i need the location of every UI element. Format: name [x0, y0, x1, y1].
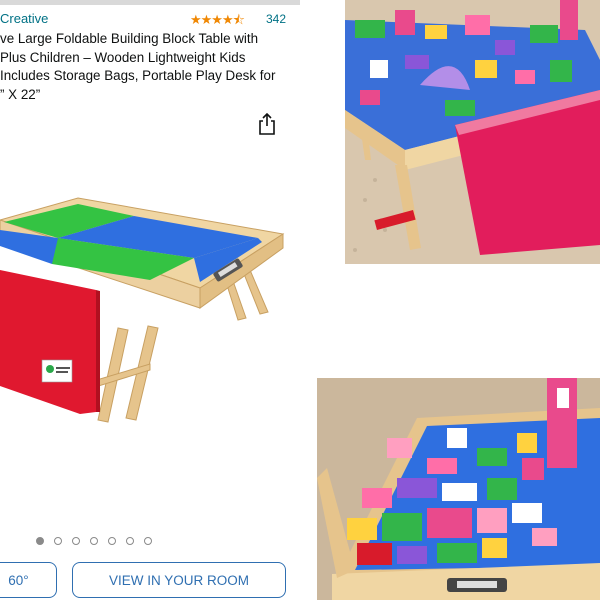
brand-link[interactable]: Creative: [0, 11, 48, 26]
title-line: Includes Storage Bags, Portable Play Des…: [0, 68, 276, 83]
rating-count-link[interactable]: 342: [266, 12, 286, 26]
carousel-dot[interactable]: [144, 537, 152, 545]
top-divider: [0, 0, 300, 5]
product-image[interactable]: [0, 150, 300, 520]
customer-photo-2[interactable]: [317, 378, 600, 600]
view-in-room-button[interactable]: VIEW IN YOUR ROOM: [72, 562, 286, 598]
storage-bag: [0, 270, 100, 414]
view-360-button[interactable]: 60°: [0, 562, 57, 598]
title-line: ve Large Foldable Building Block Table w…: [0, 31, 259, 46]
carousel-dot[interactable]: [108, 537, 116, 545]
carousel-dot[interactable]: [90, 537, 98, 545]
carousel-dot[interactable]: [126, 537, 134, 545]
title-line: Plus Children – Wooden Lightweight Kids: [0, 49, 246, 65]
carousel-dot[interactable]: [36, 537, 44, 545]
product-title: ve Large Foldable Building Block Table w…: [0, 30, 290, 104]
carousel-dot[interactable]: [72, 537, 80, 545]
title-line: ” X 22”: [0, 86, 41, 102]
carousel-dot[interactable]: [54, 537, 62, 545]
share-icon[interactable]: [258, 113, 276, 135]
customer-photo-1[interactable]: [345, 0, 600, 264]
carousel-dots: [36, 537, 152, 545]
